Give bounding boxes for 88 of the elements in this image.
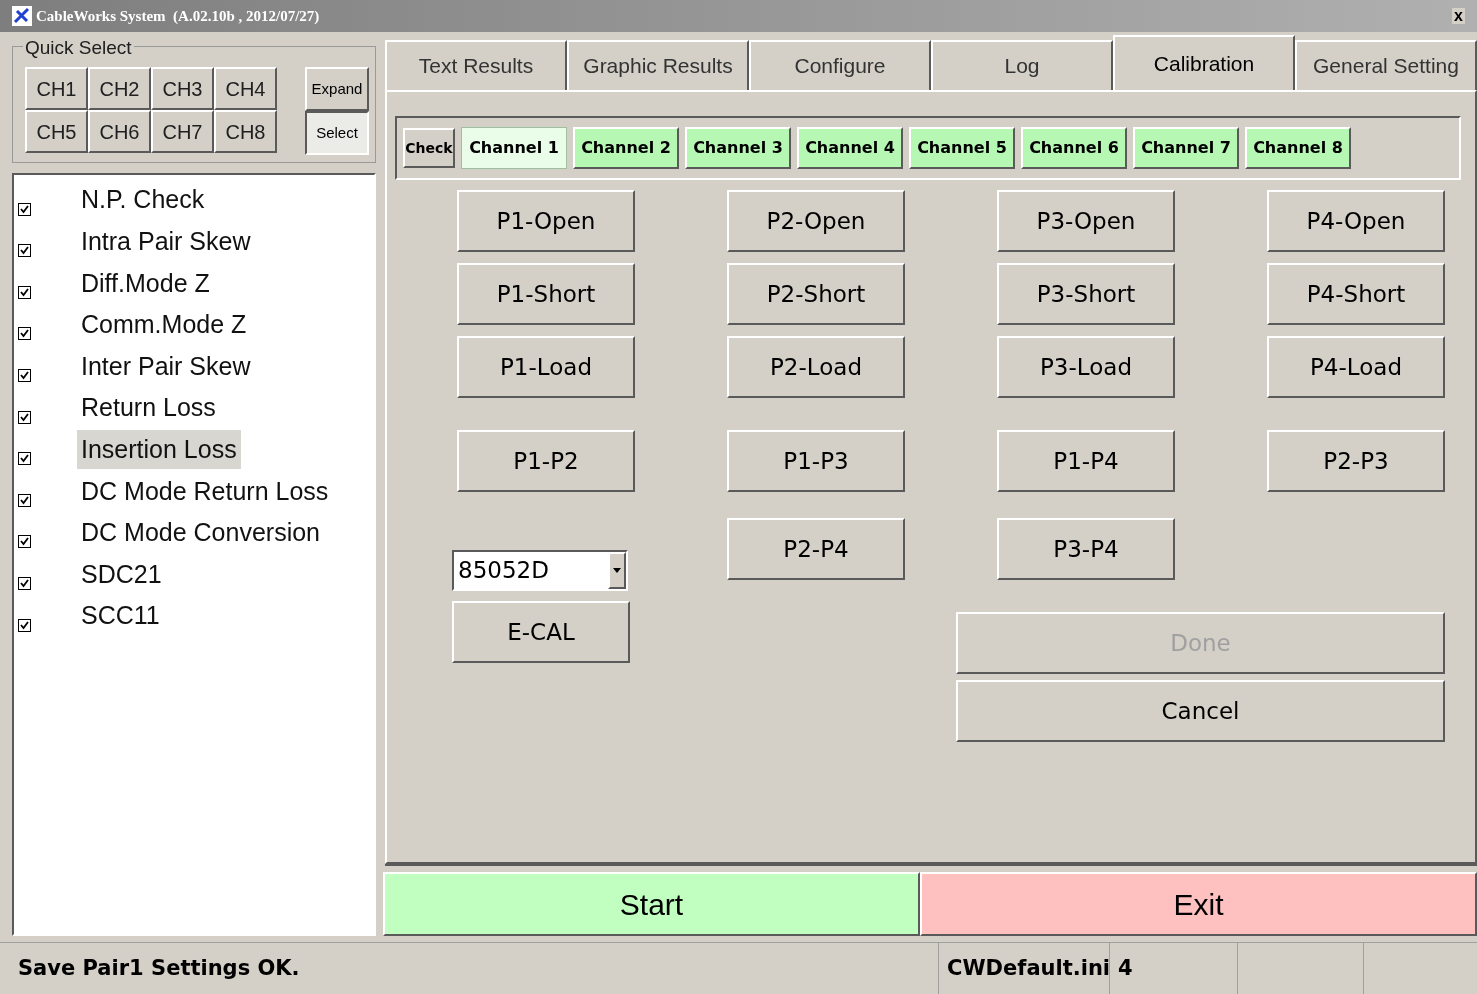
- checkbox[interactable]: [18, 618, 31, 632]
- check-icon: [20, 204, 29, 214]
- test-item[interactable]: N.P. Check: [77, 180, 209, 220]
- tab[interactable]: Calibration: [1113, 35, 1295, 90]
- calibration-button[interactable]: P1-P4: [997, 430, 1175, 492]
- check-icon: [20, 412, 29, 422]
- calibration-button[interactable]: P2-Open: [727, 190, 905, 252]
- tab[interactable]: Text Results: [385, 40, 567, 90]
- tab[interactable]: Configure: [749, 40, 931, 90]
- channel-select-button[interactable]: CH1: [25, 67, 88, 110]
- calibration-button[interactable]: P2-Load: [727, 336, 905, 398]
- channel-tab[interactable]: Channel 4: [797, 127, 903, 169]
- channel-select-button[interactable]: CH2: [88, 67, 151, 110]
- status-message: Save Pair1 Settings OK.: [17, 954, 301, 982]
- channel-select-button[interactable]: CH5: [25, 110, 88, 153]
- check-icon: [20, 578, 29, 588]
- checkbox[interactable]: [18, 369, 31, 382]
- channel-tab[interactable]: Channel 5: [909, 127, 1015, 169]
- tab[interactable]: Log: [931, 40, 1113, 90]
- mode-button[interactable]: Expand: [305, 67, 369, 111]
- check-icon: [20, 329, 29, 339]
- calibration-button[interactable]: P2-Short: [727, 263, 905, 325]
- status-count: 4: [1110, 943, 1238, 994]
- test-item[interactable]: Inter Pair Skew: [77, 346, 255, 387]
- checkbox[interactable]: [18, 410, 31, 424]
- channel-tab[interactable]: Channel 6: [1021, 127, 1127, 169]
- calibration-button[interactable]: P4-Open: [1267, 190, 1445, 252]
- check-icon: [20, 495, 29, 505]
- check-icon: [20, 454, 29, 464]
- test-item[interactable]: DC Mode Return Loss: [77, 471, 333, 512]
- test-item[interactable]: Diff.Mode Z: [77, 263, 214, 304]
- calibration-button[interactable]: P1-Open: [457, 190, 635, 252]
- channel-tab[interactable]: Channel 1: [461, 127, 567, 169]
- test-item[interactable]: Intra Pair Skew: [77, 221, 255, 262]
- tab[interactable]: Graphic Results: [567, 40, 749, 90]
- checkbox[interactable]: [18, 576, 31, 590]
- channel-select-button[interactable]: CH4: [214, 67, 277, 110]
- calibration-button[interactable]: P2-P4: [727, 518, 905, 580]
- test-item[interactable]: SDC21: [77, 554, 166, 595]
- close-button[interactable]: x: [1452, 8, 1465, 24]
- channel-tab[interactable]: Channel 2: [573, 127, 679, 169]
- test-item[interactable]: DC Mode Conversion: [77, 513, 324, 553]
- check-button[interactable]: Check: [403, 128, 455, 168]
- checkbox[interactable]: [18, 285, 31, 299]
- checkbox[interactable]: [18, 244, 31, 258]
- calibration-button[interactable]: P3-Short: [997, 263, 1175, 325]
- channel-select-button[interactable]: CH7: [151, 110, 214, 153]
- calibration-button[interactable]: P4-Load: [1267, 336, 1445, 398]
- calibration-button[interactable]: E-CAL: [452, 601, 630, 663]
- check-icon: [20, 537, 29, 547]
- checkbox[interactable]: [18, 452, 31, 466]
- calibration-button[interactable]: P3-Open: [997, 190, 1175, 252]
- calibration-button[interactable]: P3-Load: [997, 336, 1175, 398]
- channel-tab[interactable]: Channel 3: [685, 127, 791, 169]
- test-item[interactable]: Comm.Mode Z: [77, 305, 251, 345]
- dropdown-arrow-icon: [613, 568, 621, 573]
- check-icon: [20, 371, 29, 380]
- test-item[interactable]: Insertion Loss: [77, 429, 241, 470]
- calibration-button[interactable]: P1-P2: [457, 430, 635, 492]
- channel-select-button[interactable]: CH6: [88, 110, 151, 153]
- check-icon: [20, 246, 29, 256]
- window-title: CableWorks System (A.02.10b , 2012/07/27): [36, 6, 320, 26]
- status-file: CWDefault.ini: [938, 943, 1110, 994]
- calibration-button[interactable]: P4-Short: [1267, 263, 1445, 325]
- app-icon: [12, 6, 32, 26]
- channel-select-button[interactable]: CH8: [214, 110, 277, 153]
- calibration-button[interactable]: Cancel: [956, 680, 1445, 742]
- channel-select-button[interactable]: CH3: [151, 67, 214, 110]
- calibration-button[interactable]: P3-P4: [997, 518, 1175, 580]
- test-item[interactable]: SCC11: [77, 596, 164, 636]
- check-icon: [20, 620, 29, 630]
- check-icon: [20, 287, 29, 297]
- checkbox[interactable]: [18, 202, 31, 216]
- start-button[interactable]: Start: [383, 872, 920, 936]
- checkbox[interactable]: [18, 493, 31, 507]
- calibration-button[interactable]: P2-P3: [1267, 430, 1445, 492]
- calibration-button[interactable]: P1-P3: [727, 430, 905, 492]
- exit-button[interactable]: Exit: [920, 872, 1477, 936]
- channel-tab[interactable]: Channel 8: [1245, 127, 1351, 169]
- checkbox[interactable]: [18, 535, 31, 549]
- kit-dropdown[interactable]: 85052D: [452, 550, 628, 591]
- test-item[interactable]: Return Loss: [77, 388, 220, 428]
- checkbox[interactable]: [18, 327, 31, 341]
- calibration-button[interactable]: P1-Load: [457, 336, 635, 398]
- tab[interactable]: General Setting: [1295, 40, 1477, 90]
- channel-tab[interactable]: Channel 7: [1133, 127, 1239, 169]
- calibration-button[interactable]: P1-Short: [457, 263, 635, 325]
- mode-button[interactable]: Select: [305, 111, 369, 155]
